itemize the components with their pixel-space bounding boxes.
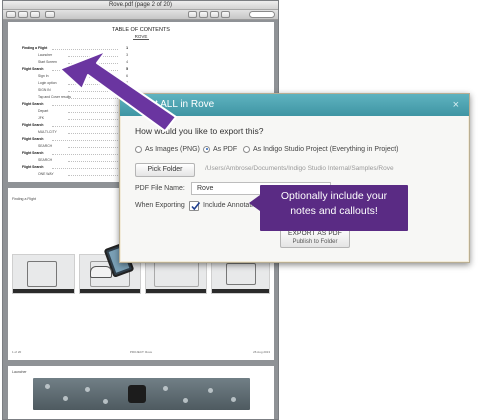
callout-pointer bbox=[249, 195, 260, 211]
annotation-arrow bbox=[59, 50, 177, 132]
screenshot-stage: Rove.pdf (page 2 of 20) TABLE OF CONTENT… bbox=[0, 0, 480, 420]
callout-text: Optionally include your notes and callou… bbox=[280, 190, 388, 217]
annotation-callout: Optionally include your notes and callou… bbox=[249, 185, 408, 231]
